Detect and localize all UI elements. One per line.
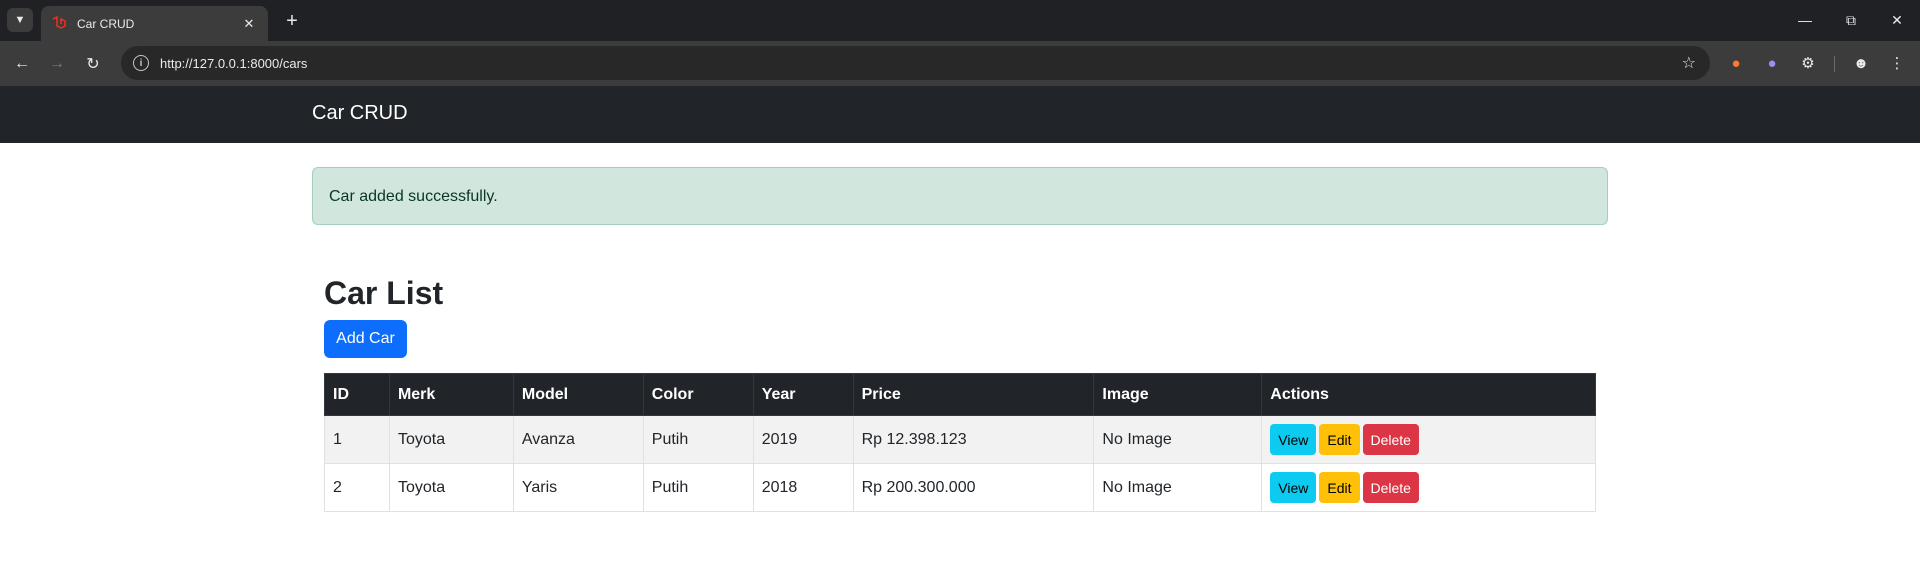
cell-model: Yaris: [512, 463, 644, 512]
delete-button[interactable]: Delete: [1362, 424, 1419, 455]
column-header-id: ID: [324, 373, 390, 416]
browser-toolbar: ← → ↻ i http://127.0.0.1:8000/cars ☆ ● ●…: [0, 41, 1920, 86]
column-header-image: Image: [1093, 373, 1263, 416]
cell-id: 2: [324, 463, 390, 512]
column-header-model: Model: [512, 373, 644, 416]
cell-color: Putih: [642, 463, 754, 512]
new-tab-button[interactable]: +: [280, 9, 304, 33]
browser-tabstrip: ▼ Car CRUD ✕ + — ⧉ ✕: [0, 0, 1920, 41]
table-header-row: ID Merk Model Color Year Price Image Act…: [324, 373, 1596, 416]
column-header-color: Color: [642, 373, 754, 416]
column-header-merk: Merk: [388, 373, 514, 416]
cell-merk: Toyota: [388, 463, 514, 512]
cell-year: 2018: [752, 463, 854, 512]
close-window-icon[interactable]: ✕: [1884, 8, 1910, 32]
success-alert: Car added successfully.: [312, 167, 1608, 225]
view-button[interactable]: View: [1270, 472, 1317, 503]
cell-image: No Image: [1093, 415, 1263, 464]
chevron-down-icon: ▼: [14, 14, 26, 26]
close-tab-icon[interactable]: ✕: [240, 16, 258, 32]
reload-icon[interactable]: ↻: [80, 51, 106, 77]
cell-image: No Image: [1093, 463, 1263, 512]
app-navbar: Car CRUD: [0, 86, 1920, 143]
laravel-favicon-icon: [51, 15, 67, 32]
menu-kebab-icon[interactable]: ⋮: [1885, 51, 1909, 75]
cell-price: Rp 12.398.123: [852, 415, 1095, 464]
delete-button[interactable]: Delete: [1362, 472, 1419, 503]
bookmark-star-icon[interactable]: ☆: [1682, 53, 1696, 73]
browser-tab[interactable]: Car CRUD ✕: [41, 6, 268, 41]
cars-table: ID Merk Model Color Year Price Image Act…: [324, 373, 1596, 512]
tab-title: Car CRUD: [77, 16, 135, 31]
cell-merk: Toyota: [388, 415, 514, 464]
back-icon[interactable]: ←: [9, 51, 35, 77]
cell-year: 2019: [752, 415, 854, 464]
table-row: 2 Toyota Yaris Putih 2018 Rp 200.300.000…: [324, 463, 1596, 512]
minimize-icon[interactable]: —: [1792, 8, 1818, 32]
profile-avatar-icon[interactable]: ☻: [1849, 51, 1873, 75]
column-header-year: Year: [752, 373, 854, 416]
forward-icon[interactable]: →: [44, 51, 70, 77]
navbar-brand[interactable]: Car CRUD: [312, 102, 408, 125]
extensions-puzzle-icon[interactable]: ⚙: [1796, 51, 1820, 75]
add-car-button[interactable]: Add Car: [324, 320, 407, 358]
edit-button[interactable]: Edit: [1319, 472, 1360, 503]
toolbar-divider: [1834, 56, 1835, 72]
url-text[interactable]: http://127.0.0.1:8000/cars: [160, 56, 307, 71]
cell-price: Rp 200.300.000: [852, 463, 1095, 512]
column-header-actions: Actions: [1261, 373, 1596, 416]
cell-id: 1: [324, 415, 390, 464]
restore-icon[interactable]: ⧉: [1838, 8, 1864, 32]
table-row: 1 Toyota Avanza Putih 2019 Rp 12.398.123…: [324, 415, 1596, 464]
tab-search-button[interactable]: ▼: [7, 8, 33, 32]
address-bar[interactable]: i http://127.0.0.1:8000/cars ☆: [121, 46, 1710, 80]
cell-actions: View Edit Delete: [1261, 463, 1596, 512]
page-title: Car List: [324, 275, 444, 311]
site-info-icon[interactable]: i: [133, 55, 149, 71]
column-header-price: Price: [852, 373, 1095, 416]
ghost-extension-icon[interactable]: ●: [1760, 51, 1784, 75]
fox-extension-icon[interactable]: ●: [1724, 51, 1748, 75]
edit-button[interactable]: Edit: [1319, 424, 1360, 455]
cell-color: Putih: [642, 415, 754, 464]
view-button[interactable]: View: [1270, 424, 1317, 455]
cell-model: Avanza: [512, 415, 644, 464]
alert-message: Car added successfully.: [329, 188, 498, 205]
cell-actions: View Edit Delete: [1261, 415, 1596, 464]
